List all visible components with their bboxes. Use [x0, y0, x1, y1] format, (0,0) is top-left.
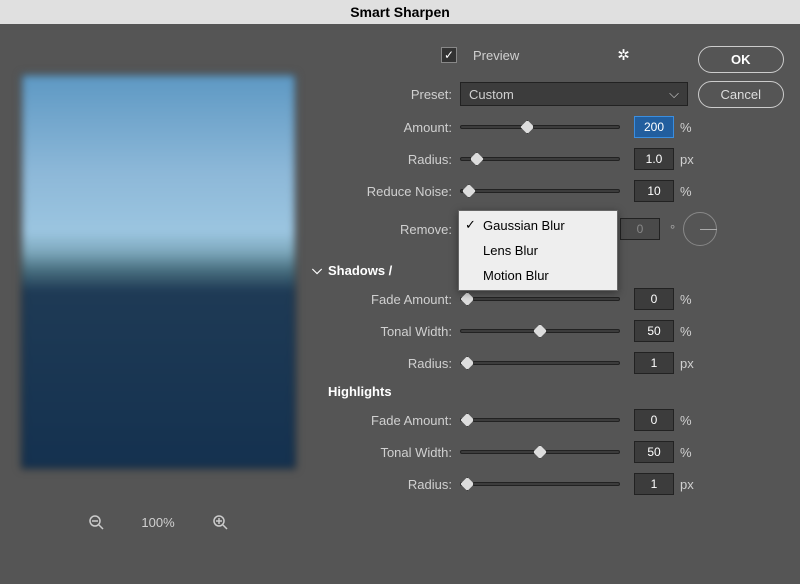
hl-tonal-slider[interactable] — [460, 450, 620, 454]
radius-unit: px — [680, 152, 702, 167]
preset-select[interactable]: Custom ⌵ — [460, 82, 688, 106]
shadow-radius-label: Radius: — [348, 356, 452, 371]
radius-label: Radius: — [348, 152, 452, 167]
reduce-noise-unit: % — [680, 184, 702, 199]
hl-radius-label: Radius: — [348, 477, 452, 492]
gear-icon[interactable]: ✲ — [617, 46, 630, 64]
hl-fade-slider[interactable] — [460, 418, 620, 422]
amount-value[interactable]: 200 — [634, 116, 674, 138]
ok-button[interactable]: OK — [698, 46, 784, 73]
shadow-fade-value[interactable]: 0 — [634, 288, 674, 310]
dialog-title: Smart Sharpen — [0, 0, 800, 24]
hl-fade-value[interactable]: 0 — [634, 409, 674, 431]
remove-dropdown: ✓Gaussian Blur Lens Blur Motion Blur — [458, 210, 618, 291]
zoom-in-icon[interactable] — [211, 513, 229, 531]
angle-dial[interactable] — [683, 212, 717, 246]
degree-symbol: ° — [670, 222, 675, 237]
amount-unit: % — [680, 120, 702, 135]
remove-label: Remove: — [348, 222, 452, 237]
preset-label: Preset: — [348, 87, 452, 102]
shadow-fade-slider[interactable] — [460, 297, 620, 301]
amount-slider[interactable] — [460, 125, 620, 129]
reduce-noise-value[interactable]: 10 — [634, 180, 674, 202]
reduce-noise-label: Reduce Noise: — [348, 184, 452, 199]
cancel-button[interactable]: Cancel — [698, 81, 784, 108]
radius-slider[interactable] — [460, 157, 620, 161]
shadow-radius-value[interactable]: 1 — [634, 352, 674, 374]
hl-tonal-value[interactable]: 50 — [634, 441, 674, 463]
shadow-tonal-slider[interactable] — [460, 329, 620, 333]
check-icon: ✓ — [465, 217, 476, 233]
amount-label: Amount: — [348, 120, 452, 135]
preset-value: Custom — [469, 87, 514, 102]
hl-fade-label: Fade Amount: — [348, 413, 452, 428]
shadow-fade-label: Fade Amount: — [348, 292, 452, 307]
preview-checkbox[interactable]: ✓ — [441, 47, 457, 63]
zoom-out-icon[interactable] — [87, 513, 105, 531]
hl-radius-value[interactable]: 1 — [634, 473, 674, 495]
preview-image — [21, 74, 296, 469]
radius-value[interactable]: 1.0 — [634, 148, 674, 170]
shadow-radius-slider[interactable] — [460, 361, 620, 365]
chevron-down-icon: ⌵ — [310, 262, 324, 278]
shadow-tonal-value[interactable]: 50 — [634, 320, 674, 342]
dropdown-item-lens[interactable]: Lens Blur — [459, 238, 617, 263]
reduce-noise-slider[interactable] — [460, 189, 620, 193]
hl-tonal-label: Tonal Width: — [348, 445, 452, 460]
angle-value[interactable]: 0 — [620, 218, 660, 240]
hl-radius-slider[interactable] — [460, 482, 620, 486]
dropdown-item-motion[interactable]: Motion Blur — [459, 263, 617, 288]
chevron-down-icon: ⌵ — [669, 86, 679, 102]
dropdown-item-gaussian[interactable]: ✓Gaussian Blur — [459, 213, 617, 238]
preview-label: Preview — [473, 48, 519, 63]
zoom-level: 100% — [141, 515, 174, 530]
highlights-section-header: Highlights — [328, 384, 788, 399]
shadow-tonal-label: Tonal Width: — [348, 324, 452, 339]
